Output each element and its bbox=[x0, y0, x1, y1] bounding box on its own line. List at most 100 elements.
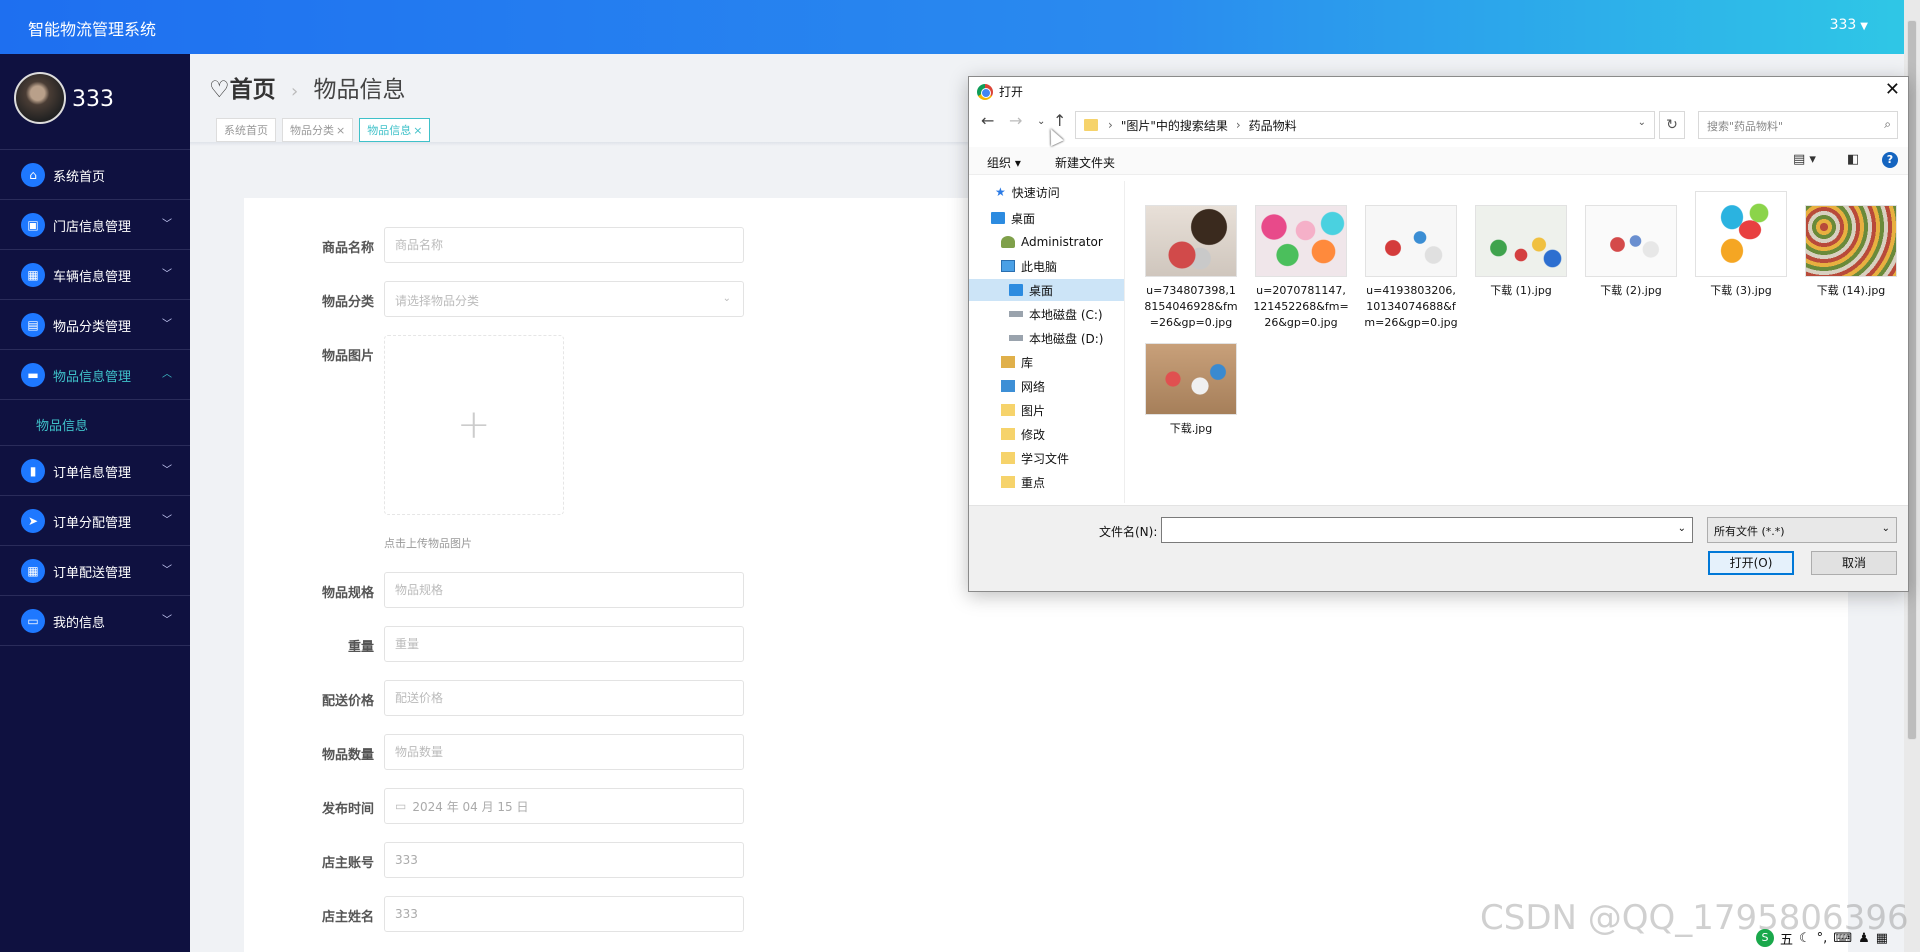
sidebar-item-label: 物品信息管理 bbox=[53, 370, 132, 385]
image-upload[interactable]: + bbox=[384, 335, 564, 515]
file-item[interactable]: 下载 (2).jpg bbox=[1583, 205, 1679, 299]
close-icon[interactable]: ✕ bbox=[1885, 79, 1900, 100]
chevron-up-icon: ︿ bbox=[162, 369, 172, 380]
view-options-icon[interactable]: ▤ ▾ bbox=[1793, 152, 1816, 167]
image-thumbnail bbox=[1145, 343, 1237, 415]
close-icon[interactable]: × bbox=[336, 124, 345, 137]
sidebar-item-5[interactable]: ▮ 订单信息管理 ﹀ bbox=[0, 446, 190, 496]
nav-folder-pictures[interactable]: 图片 bbox=[1001, 399, 1123, 421]
open-button[interactable]: 打开(O) bbox=[1708, 551, 1794, 575]
nav-label: 桌面 bbox=[1029, 283, 1054, 298]
tag-system-home[interactable]: 系统首页 bbox=[216, 118, 276, 142]
tag-category[interactable]: 物品分类 × bbox=[282, 118, 354, 142]
sidebar-item-0[interactable]: ⌂ 系统首页 bbox=[0, 150, 190, 200]
file-item[interactable]: u=2070781147,121452268&fm=26&gp=0.jpg bbox=[1253, 205, 1349, 331]
spec-label: 物品规格 bbox=[321, 586, 374, 601]
user-icon[interactable]: ♟ bbox=[1858, 931, 1870, 946]
file-item[interactable]: u=734807398,18154046928&fm=26&gp=0.jpg bbox=[1143, 205, 1239, 331]
nav-label: 学习文件 bbox=[1021, 451, 1070, 466]
organize-button[interactable]: 组织 ▾ bbox=[987, 154, 1021, 171]
sidebar-item-6[interactable]: ➤ 订单分配管理 ﹀ bbox=[0, 496, 190, 546]
spec-input[interactable] bbox=[384, 572, 744, 608]
ime-mode[interactable]: 五 bbox=[1780, 929, 1793, 948]
sidebar-item-3[interactable]: ▤ 物品分类管理 ﹀ bbox=[0, 300, 190, 350]
file-item[interactable]: u=4193803206,10134074688&fm=26&gp=0.jpg bbox=[1363, 205, 1459, 331]
address-bar[interactable]: › "图片"中的搜索结果 › 药品物料 ⌄ bbox=[1075, 111, 1655, 139]
breadcrumb-home[interactable]: ♡首页 bbox=[209, 77, 276, 103]
nav-this-pc[interactable]: 此电脑 bbox=[1001, 255, 1123, 277]
nav-folder-modify[interactable]: 修改 bbox=[1001, 423, 1123, 445]
keyboard-icon[interactable]: ⌨ bbox=[1833, 931, 1852, 946]
close-icon[interactable]: × bbox=[413, 124, 422, 137]
nav-administrator[interactable]: Administrator bbox=[1001, 231, 1123, 253]
user-icon bbox=[1001, 236, 1015, 248]
nav-desktop-root[interactable]: 桌面 bbox=[991, 207, 1123, 229]
network-icon bbox=[1001, 380, 1015, 392]
account-input[interactable]: 333 bbox=[384, 842, 744, 878]
name-input[interactable] bbox=[384, 227, 744, 263]
nav-quick-access[interactable]: ★ 快速访问 bbox=[995, 181, 1123, 203]
sidebar-item-4[interactable]: ▬ 物品信息管理 ︿ bbox=[0, 350, 190, 400]
category-select[interactable]: 请选择物品分类 ⌄ bbox=[384, 281, 744, 317]
owner-input[interactable]: 333 bbox=[384, 896, 744, 932]
sidebar-item-label: 订单信息管理 bbox=[53, 466, 132, 481]
sidebar-item-1[interactable]: ▣ 门店信息管理 ﹀ bbox=[0, 200, 190, 250]
forward-arrow-icon[interactable]: → bbox=[1009, 111, 1022, 130]
dialog-title: 打开 bbox=[999, 85, 1024, 99]
preview-pane-icon[interactable]: ◧ bbox=[1847, 152, 1859, 167]
file-item[interactable]: 下载 (1).jpg bbox=[1473, 205, 1569, 299]
cancel-button[interactable]: 取消 bbox=[1811, 551, 1897, 575]
nav-folder-study[interactable]: 学习文件 bbox=[1001, 447, 1123, 469]
image-thumbnail bbox=[1365, 205, 1457, 277]
system-tray: S 五 ☾ °, ⌨ ♟ ▦ bbox=[1756, 926, 1888, 950]
tools-icon[interactable]: ▦ bbox=[1876, 931, 1888, 946]
chevron-down-icon[interactable]: ⌄ bbox=[1678, 523, 1686, 534]
back-arrow-icon[interactable]: ← bbox=[981, 111, 994, 130]
file-item[interactable]: 下载.jpg bbox=[1143, 343, 1239, 437]
path-segment[interactable]: 药品物料 bbox=[1249, 117, 1297, 134]
nav-label: 图片 bbox=[1021, 403, 1046, 418]
dialog-search[interactable]: 搜索"药品物料" ⌕ bbox=[1698, 111, 1898, 139]
qty-input[interactable] bbox=[384, 734, 744, 770]
file-item[interactable]: 下载 (3).jpg bbox=[1693, 191, 1789, 299]
folder-icon bbox=[1001, 476, 1015, 488]
moon-icon[interactable]: ☾ bbox=[1799, 931, 1811, 946]
nav-folder-key[interactable]: 重点 bbox=[1001, 471, 1123, 493]
chevron-down-icon[interactable]: ⌄ bbox=[1638, 117, 1646, 128]
user-menu-name: 333 bbox=[1829, 17, 1857, 33]
chevron-down-icon: ﹀ bbox=[162, 219, 172, 230]
nav-network[interactable]: 网络 bbox=[1001, 375, 1123, 397]
pc-icon bbox=[1001, 260, 1015, 272]
category-label: 物品分类 bbox=[321, 295, 374, 310]
new-folder-button[interactable]: 新建文件夹 bbox=[1055, 154, 1115, 171]
nav-drive-d[interactable]: 本地磁盘 (D:) bbox=[1009, 327, 1123, 349]
path-segment[interactable]: "图片"中的搜索结果 bbox=[1121, 117, 1228, 134]
sidebar-item-8[interactable]: ▭ 我的信息 ﹀ bbox=[0, 596, 190, 646]
nav-drive-c[interactable]: 本地磁盘 (C:) bbox=[1009, 303, 1123, 325]
recent-locations-icon[interactable]: ⌄ bbox=[1037, 116, 1045, 127]
punctuation-icon[interactable]: °, bbox=[1817, 931, 1828, 946]
file-type-filter[interactable]: 所有文件 (*.*) ⌄ bbox=[1707, 517, 1897, 543]
sidebar-item-7[interactable]: ▦ 订单配送管理 ﹀ bbox=[0, 546, 190, 596]
filename-input[interactable]: ⌄ bbox=[1161, 517, 1693, 543]
file-item[interactable]: 下载 (14).jpg bbox=[1803, 205, 1899, 299]
weight-input[interactable] bbox=[384, 626, 744, 662]
nav-desktop[interactable]: 桌面 bbox=[969, 279, 1124, 301]
tag-item-info[interactable]: 物品信息 × bbox=[359, 118, 431, 142]
account-value: 333 bbox=[395, 853, 418, 867]
avatar bbox=[14, 72, 66, 124]
sidebar-profile: 333 bbox=[0, 54, 190, 150]
sogou-ime-icon[interactable]: S bbox=[1756, 929, 1774, 947]
user-menu[interactable]: 333 ▼ bbox=[1830, 17, 1868, 33]
nav-library[interactable]: 库 bbox=[1001, 351, 1123, 373]
date-picker[interactable]: ▭ 2024 年 04 月 15 日 bbox=[384, 788, 744, 824]
file-grid: u=734807398,18154046928&fm=26&gp=0.jpg u… bbox=[1131, 181, 1907, 501]
sidebar-item-2[interactable]: ▦ 车辆信息管理 ﹀ bbox=[0, 250, 190, 300]
sidebar-subitem-item-info[interactable]: 物品信息 bbox=[0, 400, 190, 446]
price-input[interactable] bbox=[384, 680, 744, 716]
refresh-icon[interactable]: ↻ bbox=[1659, 111, 1685, 139]
sidebar-item-label: 门店信息管理 bbox=[53, 220, 132, 235]
weight-label: 重量 bbox=[347, 640, 374, 655]
help-icon[interactable]: ? bbox=[1882, 152, 1898, 168]
sidebar-menu: ⌂ 系统首页 ▣ 门店信息管理 ﹀ ▦ 车辆信息管理 ﹀ ▤ 物品分类管理 ﹀ ▬ 物品信息管理 ︿ 物品信… bbox=[0, 150, 190, 646]
